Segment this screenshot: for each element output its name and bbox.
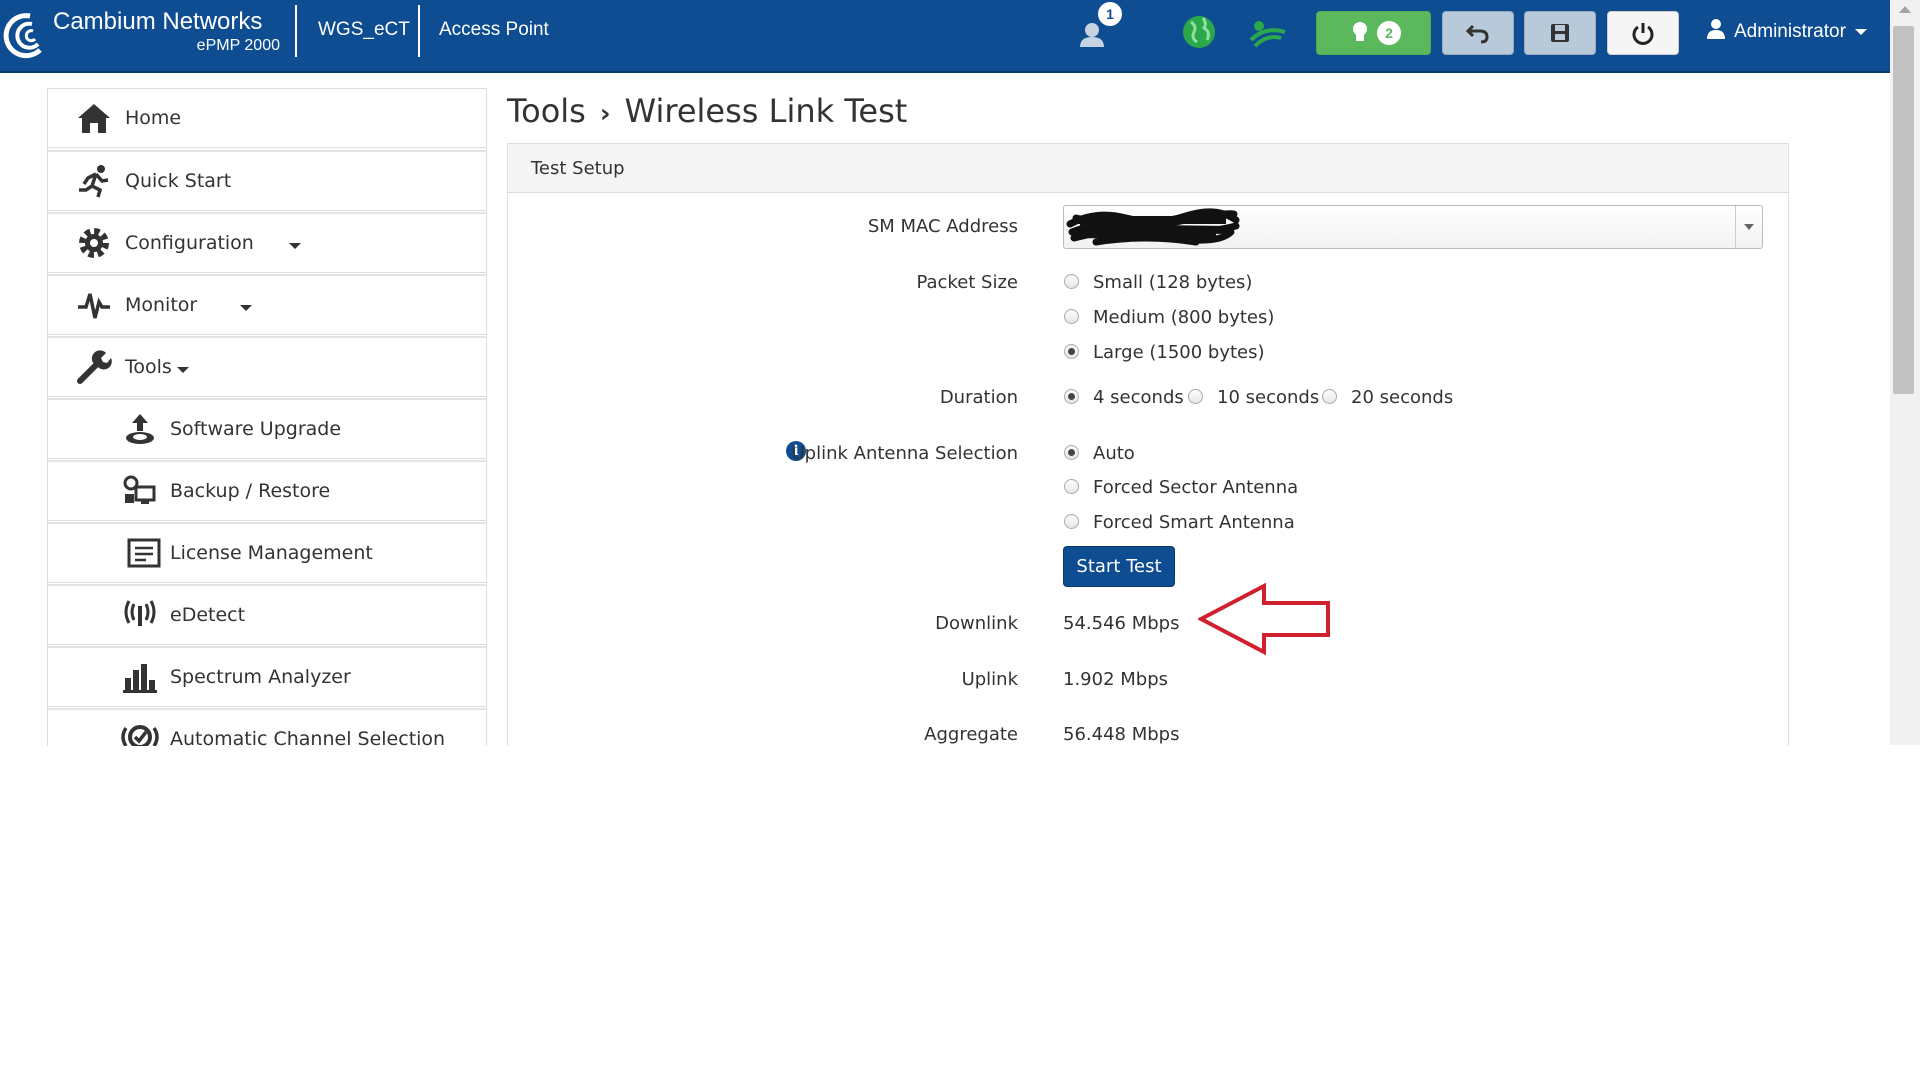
sidebar-item-label: Monitor	[125, 294, 198, 316]
antenna-sector-radio[interactable]	[1064, 479, 1079, 494]
undo-button[interactable]	[1442, 11, 1514, 55]
chevron-down-icon[interactable]	[1735, 206, 1762, 248]
sidebar-item-license-management[interactable]: License Management	[48, 522, 486, 583]
chevron-down-icon	[177, 367, 189, 373]
wireless-status-button[interactable]	[1245, 10, 1289, 54]
antenna-smart-radio[interactable]	[1064, 514, 1079, 529]
antenna-auto-label[interactable]: Auto	[1093, 443, 1135, 464]
device-name[interactable]: WGS_eCT	[318, 19, 410, 41]
brand-logo[interactable]: Cambium Networks ePMP 2000	[0, 4, 290, 64]
chevron-down-icon	[289, 243, 301, 249]
bar-chart-icon	[123, 664, 157, 693]
brand-model: ePMP 2000	[196, 37, 280, 54]
packet-size-medium-label[interactable]: Medium (800 bytes)	[1093, 307, 1274, 328]
duration-label: Duration	[939, 387, 1018, 408]
breadcrumb-page: Wireless Link Test	[624, 92, 908, 130]
sidebar-item-label: Automatic Channel Selection	[170, 728, 446, 746]
globe-icon	[1183, 16, 1215, 48]
gear-icon	[79, 228, 109, 258]
users-button[interactable]: 1	[1072, 2, 1122, 54]
running-icon	[79, 165, 109, 198]
edetect-icon	[124, 600, 156, 626]
globe-button[interactable]	[1177, 10, 1221, 54]
redacted-mac-scribble	[1066, 208, 1240, 246]
cambium-logo-icon	[3, 13, 42, 59]
scrollbar-thumb[interactable]	[1893, 26, 1914, 394]
alerts-badge: 2	[1377, 21, 1401, 45]
sidebar-item-label: Spectrum Analyzer	[170, 666, 351, 688]
sidebar-item-quick-start[interactable]: Quick Start	[48, 150, 486, 211]
users-badge: 1	[1098, 2, 1122, 26]
brand-name: Cambium Networks	[53, 8, 263, 35]
person-icon	[1707, 19, 1725, 39]
backup-icon	[123, 475, 156, 504]
chevron-down-icon	[240, 305, 252, 311]
save-icon	[1551, 24, 1569, 42]
sm-mac-select[interactable]	[1063, 205, 1763, 249]
packet-size-small-label[interactable]: Small (128 bytes)	[1093, 272, 1252, 293]
sidebar-item-backup-restore[interactable]: Backup / Restore	[48, 460, 486, 521]
page-title: Tools › Wireless Link Test	[507, 92, 907, 130]
wireless-icon	[1249, 21, 1286, 48]
license-icon	[127, 538, 161, 568]
uplink-antenna-label: Uplink Antenna Selection	[791, 443, 1018, 464]
nav-divider	[295, 5, 297, 57]
duration-4s-radio[interactable]	[1064, 389, 1079, 404]
undo-icon	[1465, 24, 1489, 44]
upload-icon	[126, 414, 154, 444]
power-icon	[1632, 23, 1654, 45]
uplink-value: 1.902 Mbps	[1063, 669, 1169, 690]
home-icon	[78, 104, 110, 133]
sidebar-item-home[interactable]: Home	[48, 89, 486, 148]
chevron-down-icon	[1854, 28, 1867, 35]
annotation-arrow-icon	[1198, 583, 1330, 655]
sidebar-item-label: License Management	[170, 542, 373, 564]
duration-20s-radio[interactable]	[1322, 389, 1337, 404]
nav-divider	[418, 5, 420, 57]
alerts-button[interactable]: 2	[1316, 11, 1431, 55]
channel-icon	[121, 725, 159, 746]
aggregate-label: Aggregate	[924, 724, 1018, 745]
sidebar-item-label: Backup / Restore	[170, 480, 331, 502]
packet-size-large-label[interactable]: Large (1500 bytes)	[1093, 342, 1265, 363]
user-menu-label: Administrator	[1734, 21, 1846, 42]
sidebar-item-label: Home	[125, 107, 182, 129]
start-test-button[interactable]: Start Test	[1063, 546, 1175, 587]
duration-20s-label[interactable]: 20 seconds	[1351, 387, 1453, 408]
duration-10s-radio[interactable]	[1188, 389, 1203, 404]
user-menu[interactable]: Administrator	[1706, 18, 1867, 43]
packet-size-large-radio[interactable]	[1064, 344, 1079, 359]
sidebar-item-label: Software Upgrade	[170, 418, 342, 440]
uplink-label: Uplink	[961, 669, 1018, 690]
antenna-smart-label[interactable]: Forced Smart Antenna	[1093, 512, 1295, 533]
scroll-up-arrow-icon[interactable]	[1899, 6, 1911, 13]
sidebar-item-label: eDetect	[170, 604, 246, 626]
device-mode[interactable]: Access Point	[439, 19, 549, 41]
top-navbar: Cambium Networks ePMP 2000 WGS_eCT Acces…	[0, 0, 1890, 73]
wrench-icon	[77, 350, 112, 384]
breadcrumb-section[interactable]: Tools	[507, 92, 586, 130]
panel-header: Test Setup	[508, 144, 1788, 193]
lightbulb-icon	[1353, 22, 1367, 41]
chevron-right-icon: ›	[599, 99, 611, 129]
duration-4s-label[interactable]: 4 seconds	[1093, 387, 1184, 408]
aggregate-value: 56.448 Mbps	[1063, 724, 1180, 745]
panel-title: Test Setup	[531, 158, 625, 179]
antenna-sector-label[interactable]: Forced Sector Antenna	[1093, 477, 1298, 498]
save-button[interactable]	[1524, 11, 1596, 55]
packet-size-label: Packet Size	[916, 272, 1018, 293]
packet-size-medium-radio[interactable]	[1064, 309, 1079, 324]
packet-size-small-radio[interactable]	[1064, 274, 1079, 289]
sidebar-nav: Home Quick Start Configuration Monitor T…	[47, 88, 487, 746]
sidebar-item-label: Quick Start	[125, 170, 232, 192]
downlink-label: Downlink	[935, 613, 1018, 634]
sidebar-item-label: Configuration	[125, 232, 254, 254]
sidebar-item-label: Tools	[125, 356, 172, 378]
reboot-button[interactable]	[1607, 11, 1679, 55]
antenna-auto-radio[interactable]	[1064, 445, 1079, 460]
duration-10s-label[interactable]: 10 seconds	[1217, 387, 1319, 408]
downlink-value: 54.546 Mbps	[1063, 613, 1180, 634]
pulse-icon	[78, 293, 110, 319]
sm-mac-label: SM MAC Address	[867, 216, 1018, 237]
